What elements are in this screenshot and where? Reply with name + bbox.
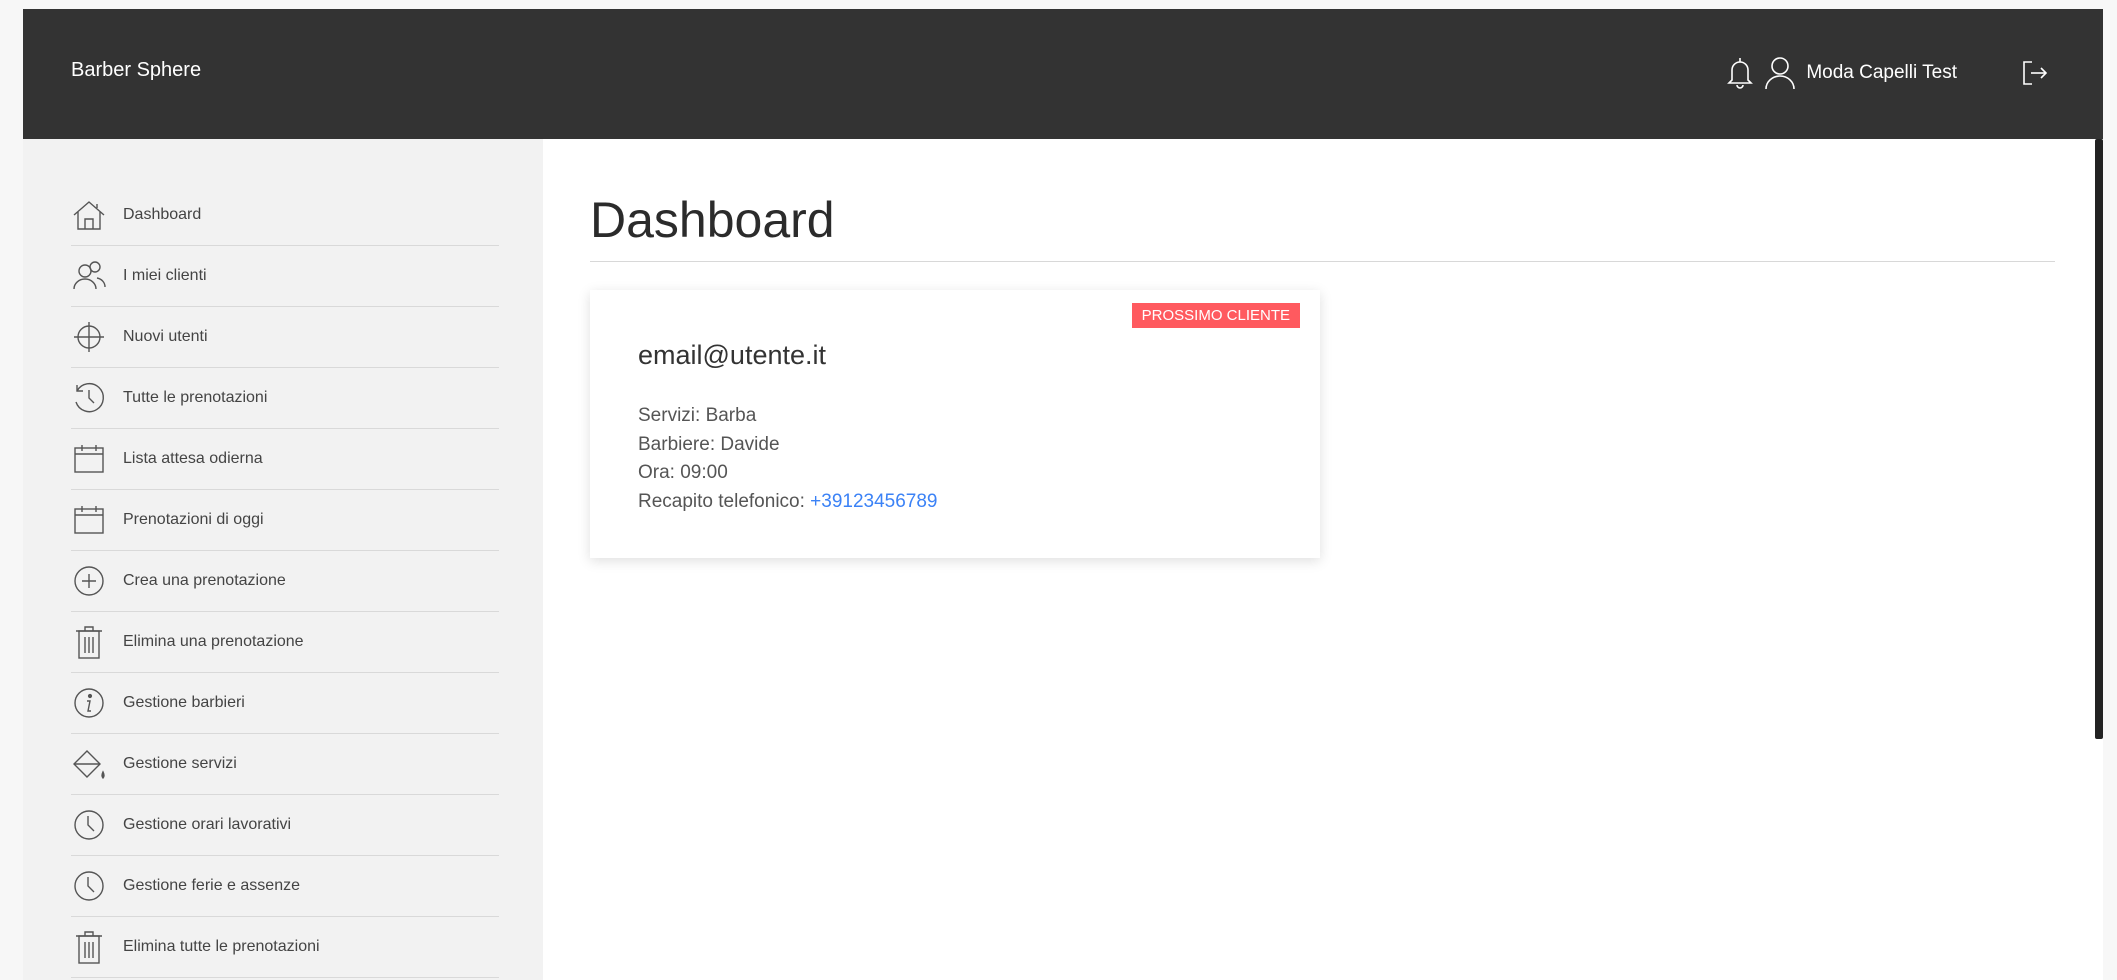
- sidebar-item-dashboard[interactable]: Dashboard: [71, 185, 499, 246]
- paint-bucket-icon: [71, 744, 123, 784]
- barber-line: Barbiere: Davide: [638, 433, 780, 455]
- calendar-icon: [71, 439, 123, 479]
- crosshair-icon: [71, 317, 123, 357]
- sidebar-item-elimina-prenotazione[interactable]: Elimina una prenotazione: [71, 612, 499, 673]
- phone-link[interactable]: +39123456789: [810, 491, 937, 512]
- header-actions: Moda Capelli Test: [1720, 53, 2055, 93]
- user-icon[interactable]: [1760, 53, 1800, 93]
- sidebar-item-gestione-ferie[interactable]: Gestione ferie e assenze: [71, 856, 499, 917]
- sidebar-item-label: Gestione orari lavorativi: [123, 816, 292, 833]
- page-title: Dashboard: [590, 191, 2055, 262]
- sidebar-item-label: Gestione servizi: [123, 755, 237, 772]
- sidebar-item-crea-prenotazione[interactable]: Crea una prenotazione: [71, 551, 499, 612]
- trash-icon: [71, 622, 123, 662]
- sidebar-item-tutte-prenotazioni[interactable]: Tutte le prenotazioni: [71, 368, 499, 429]
- sidebar-item-label: Gestione barbieri: [123, 694, 245, 711]
- plus-circle-icon: [71, 561, 123, 601]
- sidebar-item-label: Gestione ferie e assenze: [123, 877, 300, 894]
- status-badge: PROSSIMO CLIENTE: [1131, 303, 1300, 328]
- sidebar-item-label: I miei clienti: [123, 267, 207, 284]
- calendar-icon: [71, 500, 123, 540]
- app-frame: Barber Sphere Moda Capelli Test Dashboar…: [23, 9, 2103, 980]
- sidebar-item-label: Prenotazioni di oggi: [123, 511, 264, 528]
- bell-icon[interactable]: [1720, 53, 1760, 93]
- top-bar: Barber Sphere Moda Capelli Test: [23, 9, 2103, 139]
- next-client-card: PROSSIMO CLIENTE email@utente.it Servizi…: [590, 290, 1320, 558]
- house-icon: [71, 195, 123, 235]
- sidebar-item-gestione-orari[interactable]: Gestione orari lavorativi: [71, 795, 499, 856]
- sidebar-item-clienti[interactable]: I miei clienti: [71, 246, 499, 307]
- users-icon: [71, 256, 123, 296]
- sidebar-item-label: Tutte le prenotazioni: [123, 389, 268, 406]
- main-content: Dashboard PROSSIMO CLIENTE email@utente.…: [590, 139, 2055, 558]
- trash-icon: [71, 927, 123, 967]
- sidebar-item-gestione-servizi[interactable]: Gestione servizi: [71, 734, 499, 795]
- info-circle-icon: [71, 683, 123, 723]
- clock-icon: [71, 866, 123, 906]
- client-email: email@utente.it: [638, 340, 826, 370]
- sidebar-item-label: Lista attesa odierna: [123, 450, 263, 467]
- sidebar-item-label: Elimina una prenotazione: [123, 633, 304, 650]
- history-icon: [71, 378, 123, 418]
- sidebar-item-gestione-barbieri[interactable]: Gestione barbieri: [71, 673, 499, 734]
- brand-name[interactable]: Barber Sphere: [71, 59, 201, 82]
- sidebar-item-prenotazioni-oggi[interactable]: Prenotazioni di oggi: [71, 490, 499, 551]
- sidebar-item-label: Crea una prenotazione: [123, 572, 286, 589]
- sidebar-menu: Dashboard I miei clienti Nuovi utenti Tu…: [71, 185, 499, 978]
- services-line: Servizi: Barba: [638, 405, 757, 426]
- time-line: Ora: 09:00: [638, 462, 728, 483]
- sidebar-item-lista-attesa[interactable]: Lista attesa odierna: [71, 429, 499, 490]
- sidebar-item-elimina-tutte[interactable]: Elimina tutte le prenotazioni: [71, 917, 499, 978]
- scrollbar[interactable]: [2095, 139, 2103, 739]
- username[interactable]: Moda Capelli Test: [1806, 62, 1957, 84]
- sidebar-item-label: Elimina tutte le prenotazioni: [123, 938, 320, 955]
- phone-line: Recapito telefonico: +39123456789: [638, 488, 938, 517]
- sidebar-item-label: Dashboard: [123, 206, 202, 223]
- sidebar-item-label: Nuovi utenti: [123, 328, 208, 345]
- sidebar: Dashboard I miei clienti Nuovi utenti Tu…: [23, 139, 543, 980]
- client-details: Servizi: Barba Barbiere: Davide Ora: 09:…: [638, 402, 938, 516]
- sidebar-item-nuovi-utenti[interactable]: Nuovi utenti: [71, 307, 499, 368]
- clock-icon: [71, 805, 123, 845]
- phone-label: Recapito telefonico:: [638, 490, 805, 512]
- logout-icon[interactable]: [2015, 53, 2055, 93]
